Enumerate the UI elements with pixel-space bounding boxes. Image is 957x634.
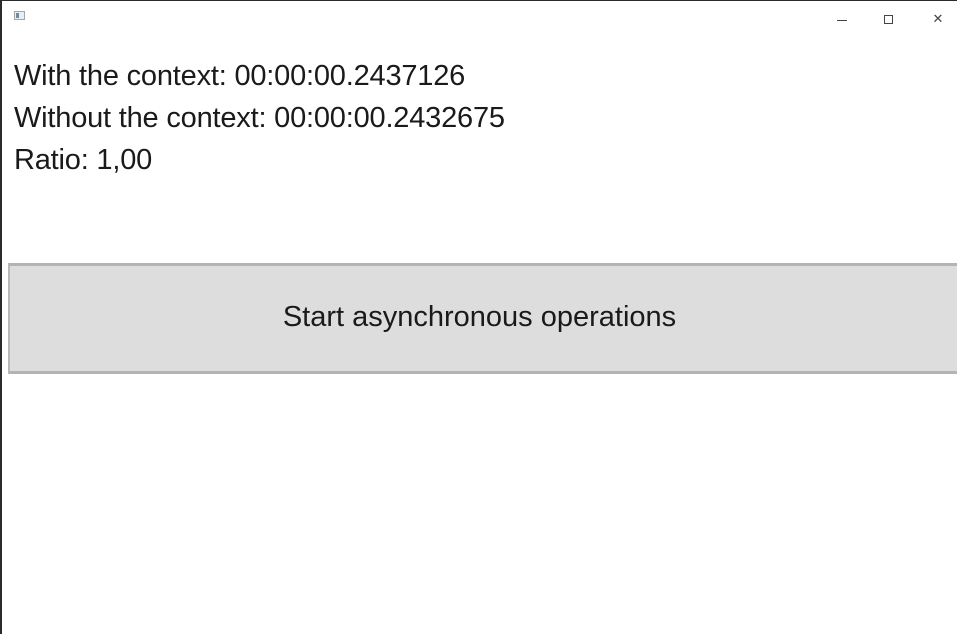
with-context-label: With the context: 00:00:00.2437126 (14, 60, 466, 92)
minimize-button[interactable] (822, 7, 862, 31)
close-button[interactable]: ✕ (918, 7, 957, 31)
start-button-label: Start asynchronous operations (282, 301, 677, 333)
app-icon (14, 11, 25, 20)
title-bar[interactable]: ✕ (2, 1, 957, 35)
ratio-label: Ratio: 1,00 (14, 144, 153, 176)
close-icon: ✕ (932, 11, 944, 27)
start-async-operations-button[interactable]: Start asynchronous operations (8, 263, 957, 374)
without-context-label: Without the context: 00:00:00.2432675 (14, 102, 505, 134)
results-panel: With the context: 00:00:00.2437126 Witho… (14, 55, 505, 181)
maximize-icon (883, 14, 893, 24)
app-window: ✕ With the context: 00:00:00.2437126 Wit… (0, 0, 957, 634)
minimize-icon (837, 19, 847, 21)
maximize-button[interactable] (868, 7, 908, 31)
